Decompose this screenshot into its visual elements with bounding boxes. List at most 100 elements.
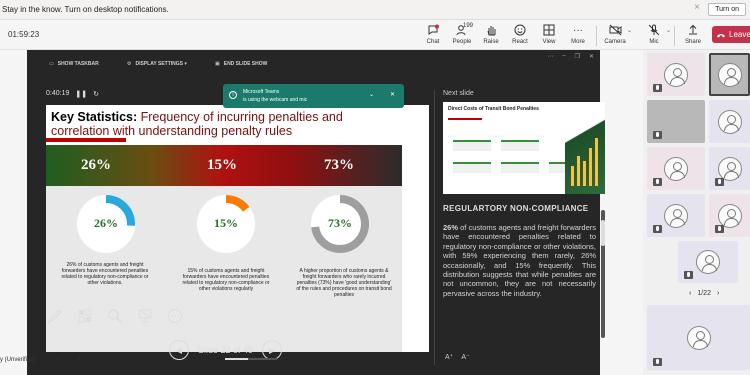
avatar-icon	[664, 62, 688, 87]
gallery-pager: ‹ 1/22 ›	[689, 290, 719, 297]
description-2: 15% of customs agents and freight forwar…	[182, 268, 270, 292]
end-show-icon: ▣	[215, 61, 220, 67]
participant-tile[interactable]	[647, 194, 705, 237]
next-slide-thumbnail[interactable]: Direct Costs of Transit Bond Penalties	[443, 102, 605, 194]
mic-button[interactable]: ⌄ Mic	[639, 23, 671, 45]
title-underline	[46, 138, 126, 142]
close-icon[interactable]: ✕	[589, 53, 594, 60]
donut-label-2: 15%	[214, 216, 238, 230]
chat-icon	[428, 24, 439, 35]
next-slide-label: Next slide	[443, 90, 474, 97]
camera-button[interactable]: ⌄ Camera	[600, 23, 632, 45]
view-button[interactable]: View	[534, 23, 564, 45]
band-value-1: 26%	[81, 157, 111, 173]
turn-on-button[interactable]: Turn on	[708, 3, 746, 16]
show-taskbar-button[interactable]: ▭ SHOW TASKBAR	[49, 61, 99, 67]
phone-hangup-icon	[717, 33, 725, 37]
increase-font-button[interactable]: A⁺	[445, 353, 453, 361]
notes-body: 26% of customs agents and freight forwar…	[443, 223, 597, 298]
pen-tool-button[interactable]	[46, 307, 64, 325]
screen-icon	[138, 309, 152, 323]
slide-counter: Slide 22 of 49	[198, 345, 254, 355]
notes-scrollbar[interactable]	[601, 210, 605, 338]
presenter-name: y (Unverified)	[0, 357, 36, 363]
end-slide-show-button[interactable]: ▣ END SLIDE SHOW	[215, 61, 267, 67]
participant-tile[interactable]	[647, 147, 705, 190]
thumbnail-chart	[565, 102, 605, 194]
chevron-down-icon[interactable]: ⌄	[627, 27, 632, 34]
raise-hand-button[interactable]: Raise	[476, 23, 506, 45]
more-options-icon[interactable]: ⋯	[547, 53, 553, 60]
mic-muted-icon	[653, 131, 662, 139]
toast-title: Microsoft Teams	[243, 89, 280, 95]
chat-button[interactable]: Chat	[418, 23, 448, 45]
share-button[interactable]: Share	[678, 23, 708, 45]
band-value-3: 73%	[324, 157, 354, 173]
mic-muted-icon	[653, 358, 662, 366]
avatar-icon	[686, 325, 711, 350]
display-settings-button[interactable]: ⚙ DISPLAY SETTINGS ▾	[127, 61, 187, 67]
ellipsis-circle-icon	[168, 309, 182, 323]
reset-icon[interactable]: ↻	[93, 90, 99, 98]
close-icon[interactable]: ×	[694, 2, 700, 13]
decrease-font-button[interactable]: A⁻	[461, 353, 469, 361]
page-indicator: 1/22	[697, 290, 711, 297]
more-button[interactable]: ··· More	[563, 23, 593, 46]
see-all-slides-button[interactable]	[76, 307, 94, 325]
scrollbar-thumb[interactable]	[601, 220, 605, 246]
mic-off-icon	[648, 24, 660, 36]
avatar-icon	[664, 156, 688, 181]
participant-tile[interactable]	[678, 241, 738, 283]
restore-icon[interactable]: ❐	[575, 53, 580, 60]
next-slide-title: Direct Costs of Transit Bond Penalties	[448, 106, 539, 112]
notes-font-controls: A⁺ A⁻	[445, 353, 470, 361]
chevron-down-icon[interactable]: ⌄	[666, 27, 671, 34]
mic-muted-icon	[653, 225, 662, 233]
notes-heading: REGULARTORY NON-COMPLIANCE	[443, 204, 589, 213]
participant-tile-video[interactable]	[647, 100, 705, 143]
black-screen-button[interactable]	[136, 307, 154, 325]
donut-label-3: 73%	[328, 216, 352, 230]
participant-tile[interactable]	[709, 147, 750, 190]
pane-divider[interactable]	[434, 90, 435, 365]
zoom-slide-button[interactable]	[106, 307, 124, 325]
leave-button[interactable]: Leave	[712, 26, 750, 43]
next-page-button[interactable]: ›	[717, 290, 719, 297]
zoom-in-button[interactable]: +	[78, 357, 82, 363]
mic-muted-icon	[653, 178, 662, 186]
minimize-icon[interactable]: –	[562, 53, 565, 60]
participant-tile[interactable]	[709, 100, 750, 143]
avatar-icon	[696, 250, 720, 274]
pen-icon	[47, 309, 62, 324]
donut-chart-1: 26%	[76, 194, 136, 254]
next-slide-button[interactable]: ▶	[262, 340, 283, 360]
info-icon: i	[229, 91, 237, 99]
zoom-out-button[interactable]: —	[54, 357, 60, 363]
speaker-notes[interactable]: REGULARTORY NON-COMPLIANCE 26% of custom…	[443, 204, 596, 344]
people-button[interactable]: 199 People	[447, 23, 477, 45]
mic-muted-icon	[715, 225, 724, 233]
previous-slide-button[interactable]: ◀	[169, 340, 189, 360]
toast-message: is using the webcam and mic	[243, 97, 308, 103]
slide-title: Key Statistics: Frequency of incurring p…	[51, 110, 343, 138]
teams-toast: i Microsoft Teams is using the webcam an…	[223, 84, 404, 108]
participant-tile[interactable]	[709, 194, 750, 237]
participant-tile-video[interactable]	[709, 53, 750, 96]
participant-tile[interactable]	[647, 53, 705, 96]
share-icon	[689, 24, 697, 35]
camera-off-icon	[609, 24, 621, 36]
pause-icon[interactable]: ❚❚	[75, 90, 87, 98]
more-options-button[interactable]	[166, 307, 184, 325]
avatar-icon	[717, 62, 742, 87]
close-icon[interactable]: ✕	[390, 91, 395, 98]
slide-progress-fill	[225, 358, 249, 360]
avatar-icon	[717, 156, 742, 181]
description-1: 26% of customs agents and freight forwar…	[61, 262, 149, 286]
avatar-icon	[717, 109, 742, 134]
previous-page-button[interactable]: ‹	[689, 290, 691, 297]
react-button[interactable]: React	[505, 23, 535, 45]
slide-progress-bar	[225, 358, 277, 360]
participant-tile-large[interactable]	[647, 305, 750, 370]
chevron-down-icon[interactable]: ⌄	[369, 91, 374, 98]
mic-muted-icon	[715, 178, 724, 186]
